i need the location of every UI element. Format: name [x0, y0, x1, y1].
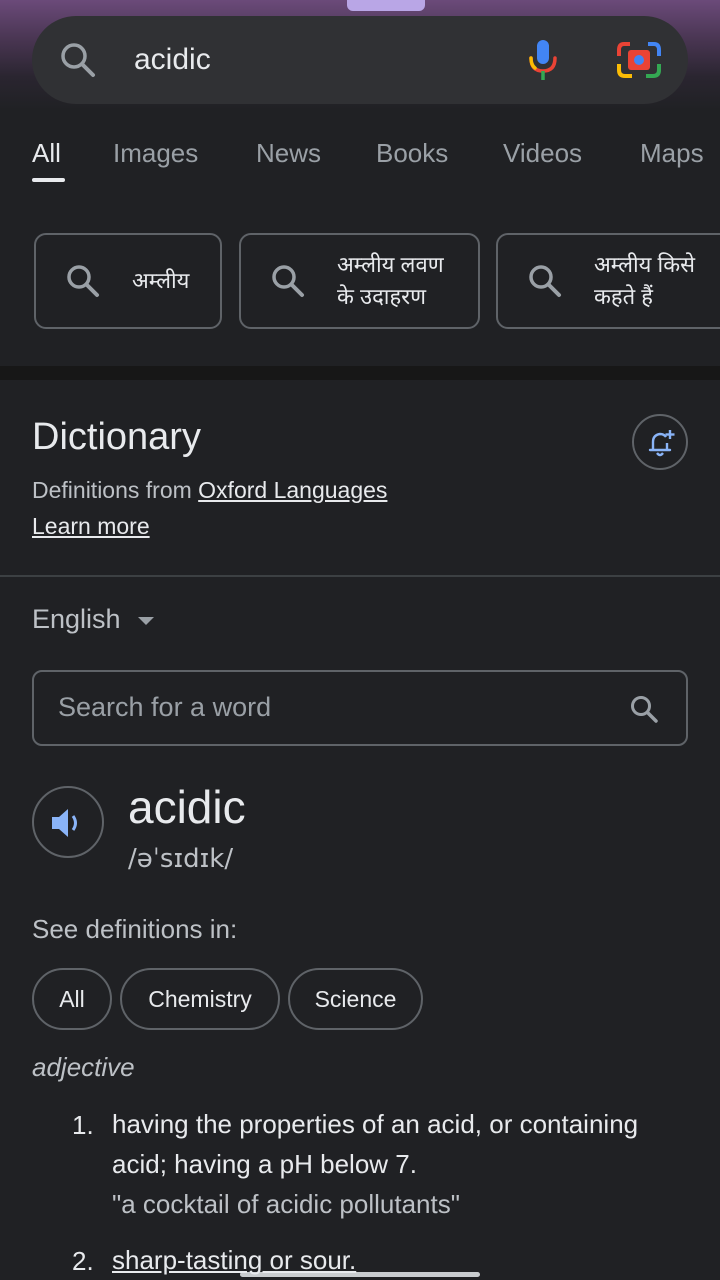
language-selector[interactable]: English	[32, 604, 121, 635]
search-icon	[61, 43, 95, 77]
pronunciation-button[interactable]	[32, 786, 104, 858]
filter-chip-all[interactable]: All	[32, 968, 112, 1030]
home-indicator[interactable]	[240, 1272, 480, 1277]
search-icon[interactable]	[628, 693, 660, 725]
sense-number: 2.	[72, 1246, 94, 1276]
definitions-source: Definitions from Oxford Languages	[32, 477, 387, 504]
active-tab-indicator	[32, 178, 65, 182]
related-search-chip[interactable]: अम्लीय लवण के उदाहरण	[239, 233, 480, 329]
tab-videos[interactable]: Videos	[503, 138, 582, 169]
related-search-label: अम्लीय किसे	[594, 252, 696, 277]
search-icon	[529, 265, 561, 297]
filter-chip-science[interactable]: Science	[288, 968, 423, 1030]
search-icon	[67, 265, 99, 297]
microphone-icon[interactable]	[526, 38, 560, 82]
tab-all[interactable]: All	[32, 138, 61, 169]
part-of-speech: adjective	[32, 1052, 135, 1082]
example-text: "a cocktail of acidic pollutants"	[112, 1189, 460, 1219]
tab-images[interactable]: Images	[113, 138, 198, 169]
related-search-chip[interactable]: अम्लीय	[34, 233, 222, 329]
tab-maps[interactable]: Maps	[640, 138, 704, 169]
tab-news[interactable]: News	[256, 138, 321, 169]
search-query[interactable]: acidic	[134, 40, 211, 80]
definitions-from-label: Definitions from	[32, 477, 199, 503]
search-bar[interactable]: acidic	[32, 16, 688, 104]
speaker-icon	[52, 809, 77, 837]
caret-down-icon[interactable]	[138, 617, 154, 625]
sense-definition: having the properties of an acid, or con…	[112, 1104, 692, 1224]
sense-number: 1.	[72, 1110, 94, 1140]
word-search-placeholder: Search for a word	[58, 692, 272, 722]
headword: acidic	[128, 781, 246, 833]
phonetic: /əˈsɪdɪk/	[128, 844, 234, 874]
related-search-label: अम्लीय लवण	[337, 252, 444, 277]
related-search-chip[interactable]: अम्लीय किसे कहते हैं	[496, 233, 720, 329]
bell-plus-icon	[648, 430, 675, 457]
search-tabs: All Images News Books Videos Maps	[0, 130, 720, 190]
see-definitions-label: See definitions in:	[32, 914, 238, 944]
search-icon	[272, 265, 304, 297]
related-search-label: अम्लीय	[132, 268, 190, 293]
dictionary-title: Dictionary	[32, 416, 201, 458]
related-search-label: के उदाहरण	[337, 284, 427, 309]
filter-chip-chemistry[interactable]: Chemistry	[120, 968, 280, 1030]
definition-text: having the properties of an acid, or con…	[112, 1109, 639, 1179]
notification-button[interactable]	[632, 414, 688, 470]
divider	[0, 575, 720, 577]
learn-more-link[interactable]: Learn more	[32, 513, 150, 540]
google-lens-icon[interactable]	[616, 40, 662, 80]
word-search-input[interactable]: Search for a word	[32, 670, 688, 746]
related-search-label: कहते हैं	[594, 284, 653, 309]
oxford-languages-link[interactable]: Oxford Languages	[198, 477, 387, 503]
tab-books[interactable]: Books	[376, 138, 448, 169]
doodle-logo[interactable]	[347, 0, 425, 11]
section-divider	[0, 366, 720, 380]
